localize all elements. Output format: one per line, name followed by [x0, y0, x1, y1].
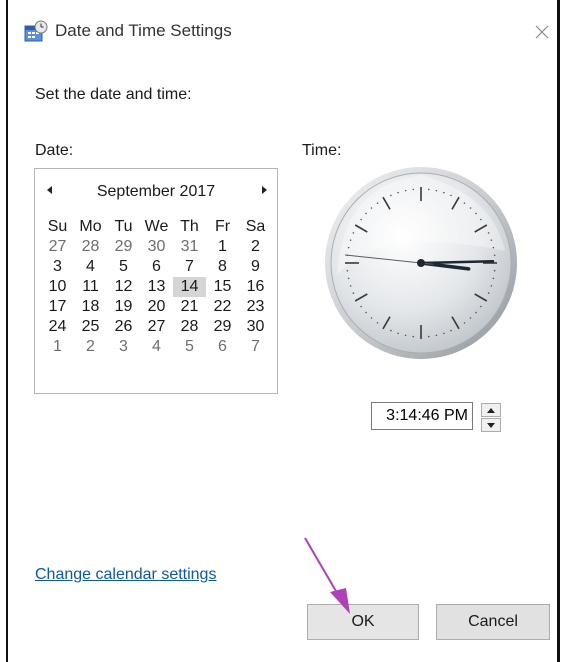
calendar-day[interactable]: 1	[41, 337, 74, 357]
analog-clock	[323, 165, 519, 361]
calendar-day[interactable]: 22	[206, 297, 239, 317]
calendar-day[interactable]: 30	[140, 237, 173, 257]
calendar-day[interactable]: 12	[107, 277, 140, 297]
calendar-day[interactable]: 4	[140, 337, 173, 357]
calendar-day[interactable]: 17	[41, 297, 74, 317]
window-border-left	[6, 0, 8, 662]
date-time-settings-icon	[24, 20, 48, 44]
dialog-heading: Set the date and time:	[35, 86, 192, 103]
date-label: Date:	[35, 142, 74, 159]
weekday-header: We	[144, 218, 169, 235]
calendar-day[interactable]: 3	[107, 337, 140, 357]
calendar-day[interactable]: 7	[239, 337, 272, 357]
calendar-day[interactable]: 5	[173, 337, 206, 357]
triangle-right-icon	[262, 186, 267, 194]
calendar-day[interactable]: 10	[41, 277, 74, 297]
time-label: Time:	[302, 142, 342, 159]
calendar-day[interactable]: 11	[74, 277, 107, 297]
calendar-grid: Su Mo Tu We Th Fr Sa 27 28 29 30 31 1 2 3 4 5 6 7 8 9 10 11 12 1…	[41, 217, 272, 357]
time-input[interactable]	[371, 402, 473, 430]
change-calendar-settings-link[interactable]: Change calendar settings	[35, 566, 216, 584]
weekday-header: Su	[47, 218, 68, 235]
calendar-day[interactable]: 26	[107, 317, 140, 337]
close-button[interactable]	[527, 14, 557, 48]
calendar-day[interactable]: 3	[41, 257, 74, 277]
time-spin-up-button[interactable]	[481, 403, 501, 417]
calendar-day[interactable]: 13	[140, 277, 173, 297]
calendar-day[interactable]: 15	[206, 277, 239, 297]
spin-up-icon	[487, 408, 495, 413]
calendar-day[interactable]: 25	[74, 317, 107, 337]
calendar-day[interactable]: 18	[74, 297, 107, 317]
calendar-day[interactable]: 28	[74, 237, 107, 257]
calendar-day[interactable]: 8	[206, 257, 239, 277]
calendar-day[interactable]: 16	[239, 277, 272, 297]
calendar-day[interactable]: 31	[173, 237, 206, 257]
calendar-day[interactable]: 30	[239, 317, 272, 337]
calendar-day[interactable]: 1	[206, 237, 239, 257]
calendar-day[interactable]: 2	[74, 337, 107, 357]
calendar-day[interactable]: 21	[173, 297, 206, 317]
calendar-day[interactable]: 4	[74, 257, 107, 277]
calendar-day[interactable]: 6	[206, 337, 239, 357]
calendar-day[interactable]: 5	[107, 257, 140, 277]
calendar-day[interactable]: 27	[140, 317, 173, 337]
weekday-header: Sa	[245, 218, 266, 235]
calendar-day[interactable]: 28	[173, 317, 206, 337]
calendar-day[interactable]: 27	[41, 237, 74, 257]
calendar-day[interactable]: 23	[239, 297, 272, 317]
month-calendar[interactable]: September 2017 Su Mo Tu We Th Fr Sa 27 28 29 30 31 1…	[34, 168, 278, 394]
calendar-day[interactable]: 6	[140, 257, 173, 277]
annotation-arrow-icon	[304, 537, 350, 614]
calendar-day[interactable]: 24	[41, 317, 74, 337]
window-border-right	[557, 0, 560, 662]
clock-center-hub	[417, 259, 425, 267]
time-spin-down-button[interactable]	[481, 418, 501, 432]
weekday-header: Mo	[79, 218, 102, 235]
weekday-header: Fr	[214, 218, 231, 235]
calendar-day[interactable]: 2	[239, 237, 272, 257]
month-year-label[interactable]: September 2017	[35, 183, 277, 201]
calendar-day[interactable]: 29	[206, 317, 239, 337]
next-month-button[interactable]	[257, 183, 271, 197]
time-spinner	[371, 402, 503, 432]
calendar-day[interactable]: 7	[173, 257, 206, 277]
calendar-day[interactable]: 9	[239, 257, 272, 277]
weekday-header: Tu	[114, 218, 133, 235]
cancel-button[interactable]: Cancel	[436, 604, 550, 640]
close-icon	[535, 25, 549, 39]
calendar-day[interactable]: 19	[107, 297, 140, 317]
weekday-header: Th	[180, 218, 199, 235]
calendar-day[interactable]: 14	[173, 277, 206, 297]
clock-minute-hand	[419, 259, 495, 265]
window-title: Date and Time Settings	[55, 21, 232, 40]
title-bar: Date and Time Settings	[8, 0, 557, 62]
calendar-day[interactable]: 29	[107, 237, 140, 257]
spin-down-icon	[487, 423, 495, 428]
calendar-day[interactable]: 20	[140, 297, 173, 317]
